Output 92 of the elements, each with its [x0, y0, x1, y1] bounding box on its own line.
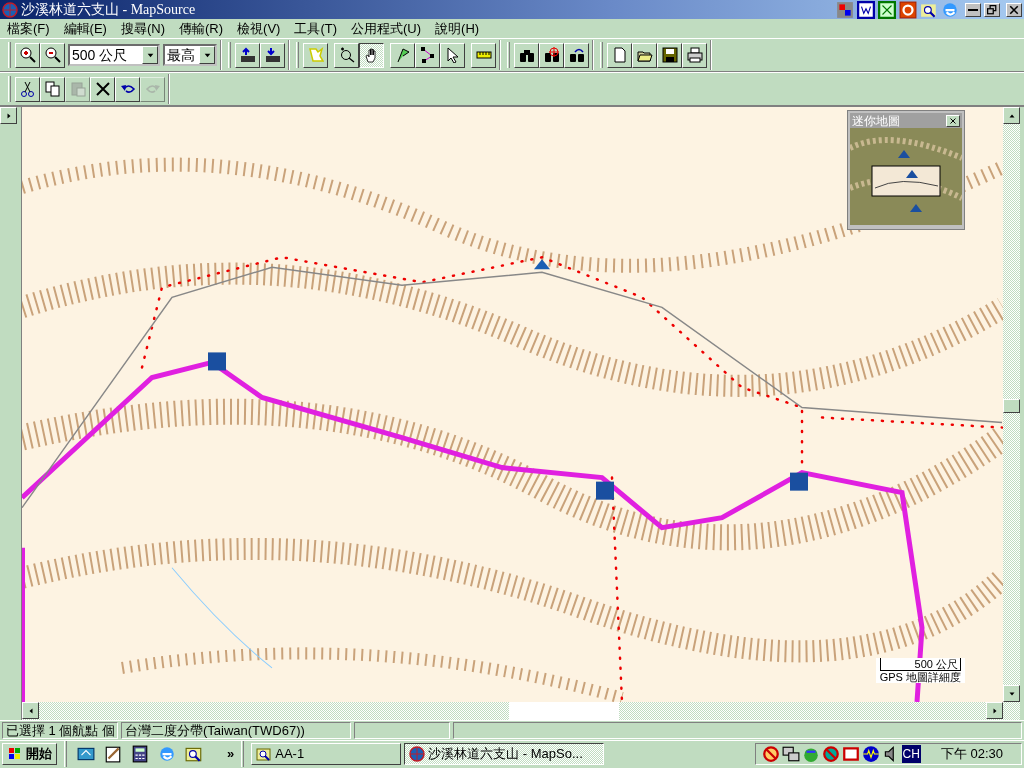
- clock: 下午 02:30: [940, 744, 1003, 763]
- flag-button[interactable]: [390, 42, 415, 68]
- hand-button[interactable]: [359, 42, 384, 68]
- search-folder-icon: [256, 745, 273, 762]
- save-button[interactable]: [657, 42, 682, 68]
- scrollbar-thumb[interactable]: [509, 702, 619, 720]
- windows-flag-icon: [7, 745, 23, 762]
- menu-item[interactable]: 檔案(F): [0, 19, 57, 38]
- area-shape-button[interactable]: [303, 42, 328, 68]
- scroll-up-button[interactable]: [1003, 107, 1020, 124]
- binoculars-target-icon: [543, 47, 560, 63]
- zoom-tool-icon: [338, 47, 355, 63]
- more-button[interactable]: »: [227, 743, 235, 764]
- app-globe-icon: [2, 1, 18, 18]
- upload-device-icon: [239, 47, 256, 63]
- notepad-icon: [104, 744, 122, 763]
- delete-button[interactable]: [90, 76, 115, 102]
- zoom-in-button[interactable]: [15, 42, 40, 68]
- zoom-dropdown[interactable]: 500 公尺: [68, 44, 160, 66]
- menu-item[interactable]: 編輯(E): [56, 19, 114, 38]
- pointer-icon: [444, 47, 461, 63]
- office-bar-icon: [836, 0, 854, 19]
- close-icon: [1009, 4, 1019, 15]
- open-folder-button[interactable]: [632, 42, 657, 68]
- zoom-in-icon: [19, 47, 36, 63]
- no-sign-icon: [761, 744, 780, 763]
- new-file-button[interactable]: [607, 42, 632, 68]
- right-arrow-icon: [990, 706, 999, 715]
- menu-item[interactable]: 檢視(V): [230, 19, 288, 38]
- collapse-button[interactable]: [0, 107, 17, 124]
- area-shape-icon: [307, 47, 324, 63]
- minimize-button[interactable]: [965, 2, 981, 17]
- ruler-button[interactable]: [471, 42, 496, 68]
- browser-e-icon: [941, 0, 959, 19]
- detail-dropdown[interactable]: 最高: [163, 44, 217, 66]
- menu-item[interactable]: 工具(T): [287, 19, 344, 38]
- monitor-icon: [841, 744, 860, 763]
- download-device-button[interactable]: [260, 42, 285, 68]
- undo-button[interactable]: [115, 76, 140, 102]
- network-computer-icon: [781, 744, 800, 763]
- right-arrow-icon: [4, 111, 13, 120]
- word-icon: [857, 0, 875, 19]
- window-title: 沙溪林道六支山 - MapSource: [21, 1, 196, 19]
- copy-button[interactable]: [40, 76, 65, 102]
- restore-button[interactable]: [984, 2, 1000, 17]
- save-icon: [661, 47, 678, 63]
- calculator-icon: [131, 744, 149, 763]
- menu-item[interactable]: 搜尋(N): [113, 19, 172, 38]
- powerpoint-icon: [899, 0, 917, 19]
- scissors-button[interactable]: [15, 76, 40, 102]
- route-button[interactable]: [415, 42, 440, 68]
- waveform-icon: [861, 744, 880, 763]
- download-device-icon: [264, 47, 281, 63]
- scissors-icon: [19, 81, 36, 97]
- language-indicator[interactable]: CH: [901, 744, 921, 763]
- copy-icon: [44, 81, 61, 97]
- scrollbar-thumb[interactable]: [1003, 399, 1020, 413]
- printer-icon: [686, 47, 703, 63]
- pointer-button[interactable]: [440, 42, 465, 68]
- status-text: 已選擇 1 個航點 個: [2, 722, 118, 739]
- status-text: 台灣二度分帶(Taiwan(TWD67)): [121, 722, 351, 739]
- new-file-icon: [611, 47, 628, 63]
- zoom-out-button[interactable]: [40, 42, 65, 68]
- minimize-icon: [968, 8, 978, 11]
- no-sign-icon: [821, 744, 840, 763]
- app-globe-icon: [409, 745, 426, 762]
- binoculars-target-button[interactable]: [539, 42, 564, 68]
- taskbar-button[interactable]: AA-1: [251, 742, 402, 765]
- close-button[interactable]: [1006, 2, 1022, 17]
- printer-button[interactable]: [682, 42, 707, 68]
- paste-icon: [69, 81, 86, 97]
- delete-icon: [94, 81, 111, 97]
- flag-icon: [394, 47, 411, 63]
- upload-device-button[interactable]: [235, 42, 260, 68]
- binoculars-icon: [518, 47, 535, 63]
- binoculars-arrow-button[interactable]: [564, 42, 589, 68]
- taskbar-button[interactable]: 沙溪林道六支山 - MapSo...: [404, 742, 605, 765]
- scroll-down-button[interactable]: [1003, 685, 1020, 702]
- binoculars-button[interactable]: [514, 42, 539, 68]
- binoculars-arrow-icon: [568, 47, 585, 63]
- excel-icon: [878, 0, 896, 19]
- menu-item[interactable]: 說明(H): [428, 19, 487, 38]
- scroll-left-button[interactable]: [22, 702, 39, 719]
- zoom-out-icon: [44, 47, 61, 63]
- browser-e-icon: [158, 744, 176, 763]
- scroll-right-button[interactable]: [986, 702, 1003, 719]
- zoom-tool-button[interactable]: [334, 42, 359, 68]
- restore-icon: [987, 4, 997, 15]
- menu-item[interactable]: 公用程式(U): [344, 19, 429, 38]
- menu-item[interactable]: 傳輸(R): [172, 19, 231, 38]
- start-button[interactable]: 開始: [2, 742, 57, 765]
- route-icon: [419, 47, 436, 63]
